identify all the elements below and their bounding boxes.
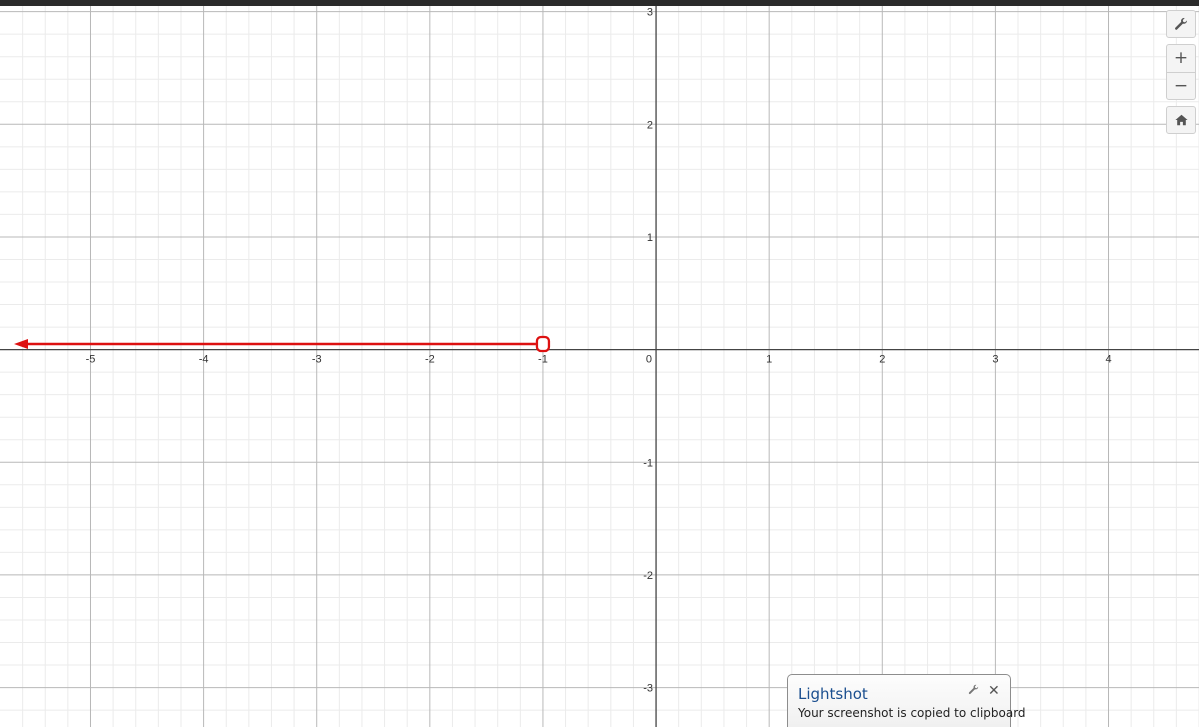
y-tick-label: -1 xyxy=(643,457,653,469)
y-tick-label: -2 xyxy=(643,570,653,582)
wrench-icon[interactable] xyxy=(968,684,979,698)
x-tick-label: 3 xyxy=(992,354,998,366)
zoom-in-button[interactable]: + xyxy=(1166,44,1196,72)
x-tick-label: 0 xyxy=(646,354,652,366)
minor-gridlines xyxy=(0,6,1199,727)
y-tick-label: 3 xyxy=(647,7,653,19)
close-icon[interactable]: ✕ xyxy=(988,682,1000,699)
x-tick-label: -1 xyxy=(538,354,548,366)
notification-message: Your screenshot is copied to clipboard xyxy=(798,706,1026,720)
x-tick-label: 1 xyxy=(766,354,772,366)
major-gridlines xyxy=(0,6,1199,727)
notification-title: Lightshot xyxy=(798,685,868,703)
tick-labels: -5 -4 -3 -2 -1 0 1 2 3 4 3 2 1 -1 -2 -3 xyxy=(86,7,1112,695)
plotted-ray[interactable] xyxy=(14,335,551,353)
graph-toolbar: + − xyxy=(1166,10,1196,134)
graph-canvas[interactable]: -5 -4 -3 -2 -1 0 1 2 3 4 3 2 1 -1 -2 -3 xyxy=(0,6,1199,727)
x-tick-label: -5 xyxy=(86,354,96,366)
zoom-out-button[interactable]: − xyxy=(1166,72,1196,100)
x-tick-label: 2 xyxy=(879,354,885,366)
wrench-icon xyxy=(1175,17,1187,30)
x-tick-label: -4 xyxy=(199,354,209,366)
ray-arrowhead[interactable] xyxy=(14,338,28,349)
home-icon xyxy=(1174,114,1188,126)
wrench-icon xyxy=(968,684,979,695)
open-endpoint[interactable] xyxy=(535,335,551,353)
zoom-controls: + − xyxy=(1166,44,1196,100)
y-tick-label: -3 xyxy=(643,683,653,695)
y-tick-label: 2 xyxy=(647,119,653,131)
axes xyxy=(0,6,1199,727)
lightshot-notification[interactable]: Lightshot ✕ Your screenshot is copied to… xyxy=(787,674,1026,727)
graph-settings-button[interactable] xyxy=(1166,10,1196,38)
x-tick-label: 4 xyxy=(1105,354,1111,366)
y-tick-label: 1 xyxy=(647,232,653,244)
x-tick-label: -2 xyxy=(425,354,435,366)
home-view-button[interactable] xyxy=(1166,106,1196,134)
x-tick-label: -3 xyxy=(312,354,322,366)
